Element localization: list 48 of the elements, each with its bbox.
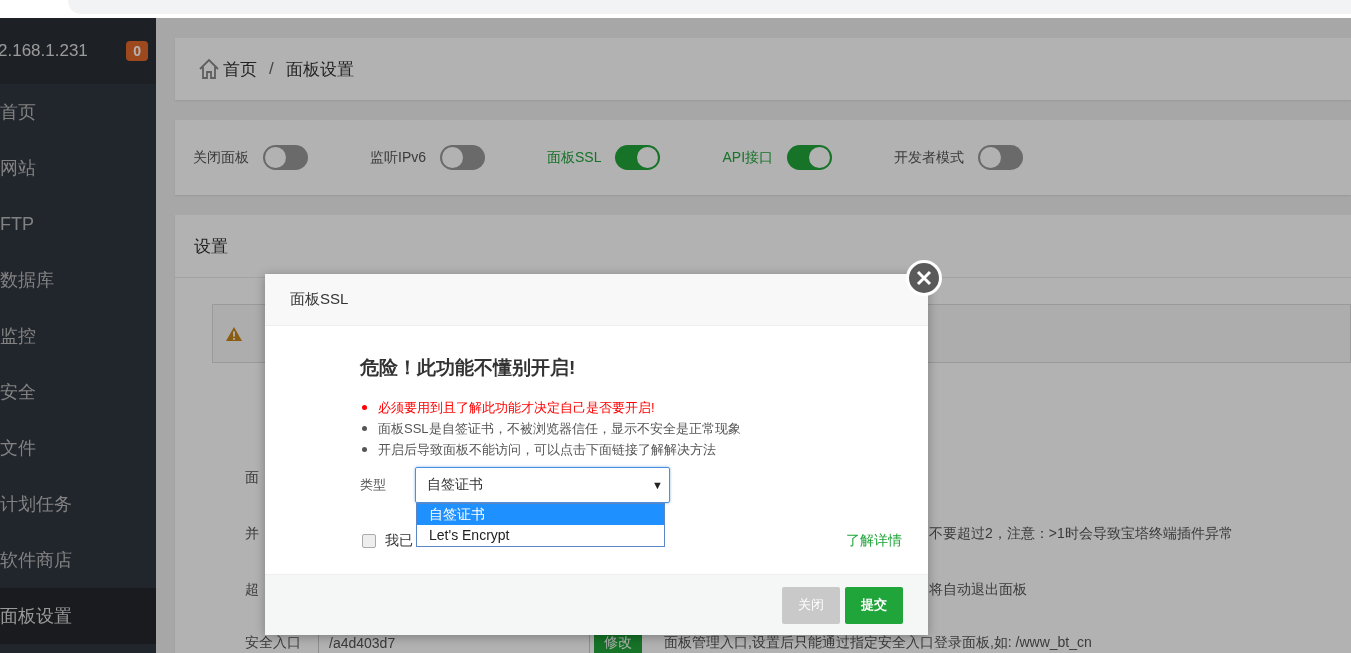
dropdown-option[interactable]: Let's Encrypt (417, 525, 664, 546)
details-link[interactable]: 了解详情 (846, 532, 902, 550)
warning-icon (225, 325, 243, 342)
sidebar-item[interactable]: 软件商店 (0, 532, 156, 588)
field-label: 类型 (360, 476, 387, 494)
setting-note: 不要超过2，注意：>1时会导致宝塔终端插件异常 (929, 525, 1233, 543)
toggle-label: 关闭面板 (193, 148, 249, 167)
dropdown-option[interactable]: 自签证书 (417, 504, 664, 525)
notice-text: 必须要用到且了解此功能才决定自己是否要开启! (378, 398, 655, 417)
sidebar-item[interactable]: 首页 (0, 84, 156, 140)
sidebar-item[interactable]: 面板设置 (0, 588, 156, 644)
setting-note: 将自动退出面板 (929, 581, 1027, 599)
warning-heading: 危险！此功能不懂别开启! (360, 356, 577, 380)
toggle-switch[interactable] (787, 145, 833, 170)
breadcrumb-link[interactable]: 首页 (223, 57, 257, 81)
setting-label: 面 (245, 469, 260, 487)
agree-checkbox[interactable] (362, 534, 376, 548)
setting-label: 安全入口 (245, 634, 302, 652)
card-title: 设置 (194, 235, 228, 258)
notification-badge[interactable]: 0 (126, 41, 148, 61)
sidebar-item[interactable]: FTP (0, 196, 156, 252)
setting-label: 并 (245, 525, 260, 543)
sidebar-item[interactable]: 网站 (0, 140, 156, 196)
breadcrumb-separator: / (269, 59, 274, 79)
checkbox-label: 我已 (385, 532, 413, 550)
setting-label: 超 (245, 581, 260, 599)
sidebar-item[interactable]: 安全 (0, 364, 156, 420)
toggle-switch[interactable] (978, 145, 1024, 170)
sidebar-item[interactable]: 文件 (0, 420, 156, 476)
setting-note: 面板管理入口,设置后只能通过指定安全入口登录面板,如: /www_bt_cn (664, 634, 1092, 652)
sidebar-item[interactable]: 数据库 (0, 252, 156, 308)
toggle-label: API接口 (722, 148, 774, 167)
toggle-label: 开发者模式 (894, 148, 965, 167)
notice-text: 面板SSL是自签证书，不被浏览器信任，显示不安全是正常现象 (378, 419, 741, 438)
toggle-switch[interactable] (440, 145, 485, 170)
toggle-switch[interactable] (615, 145, 661, 170)
submit-button[interactable]: 提交 (845, 586, 903, 624)
toggle-switch[interactable] (263, 145, 308, 170)
notice-text: 开启后导致面板不能访问，可以点击下面链接了解解决方法 (378, 440, 716, 459)
dialog-title: 面板SSL (290, 290, 349, 309)
home-icon (197, 57, 221, 81)
sidebar-item[interactable]: 监控 (0, 308, 156, 364)
breadcrumb-current: 面板设置 (285, 58, 354, 81)
caret-icon: ▼ (652, 479, 663, 491)
toggle-label: 监听IPv6 (370, 148, 426, 167)
type-select[interactable]: 自签证书 ▼ (415, 467, 670, 503)
sidebar-item[interactable]: 计划任务 (0, 476, 156, 532)
toggle-label: 面板SSL (547, 148, 602, 167)
